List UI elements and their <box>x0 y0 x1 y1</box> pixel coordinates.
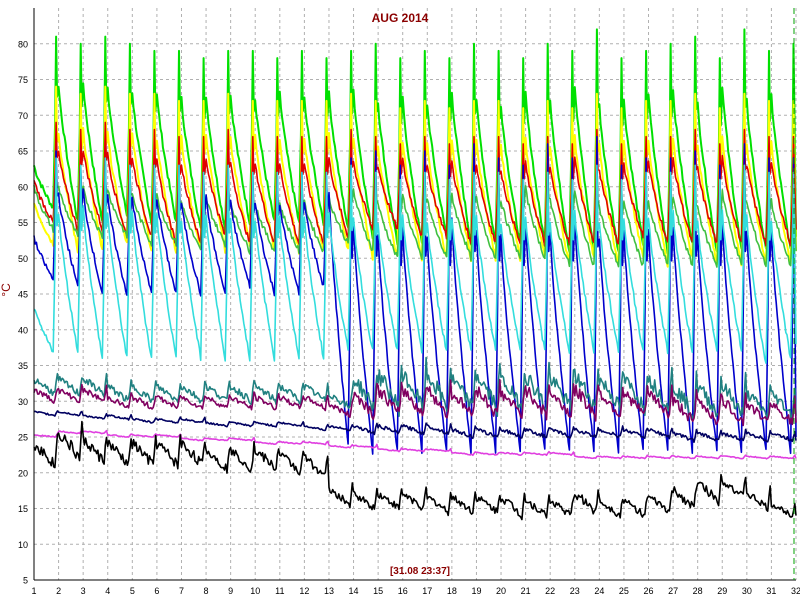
x-tick-label: 28 <box>693 586 703 596</box>
x-tick-label: 19 <box>471 586 481 596</box>
x-tick-label: 4 <box>105 586 110 596</box>
x-tick-label: 29 <box>717 586 727 596</box>
y-tick-label: 20 <box>18 468 28 478</box>
x-tick-label: 16 <box>398 586 408 596</box>
x-tick-label: 25 <box>619 586 629 596</box>
y-axis-label: °C <box>0 283 13 297</box>
y-tick-label: 65 <box>18 147 28 157</box>
x-tick-label: 15 <box>373 586 383 596</box>
y-tick-label: 15 <box>18 504 28 514</box>
x-tick-label: 11 <box>275 586 284 596</box>
x-tick-label: 20 <box>496 586 506 596</box>
x-tick-label: 17 <box>422 586 432 596</box>
y-tick-label: 60 <box>18 182 28 192</box>
chart-title: AUG 2014 <box>372 11 429 25</box>
x-tick-label: 21 <box>521 586 531 596</box>
x-tick-label: 18 <box>447 586 457 596</box>
x-tick-label: 24 <box>594 586 604 596</box>
x-tick-label: 14 <box>349 586 359 596</box>
x-tick-label: 23 <box>570 586 580 596</box>
y-tick-label: 5 <box>23 576 28 586</box>
y-tick-label: 45 <box>18 290 28 300</box>
x-tick-label: 2 <box>56 586 61 596</box>
y-tick-label: 55 <box>18 218 28 228</box>
y-tick-label: 80 <box>18 39 28 49</box>
x-tick-label: 8 <box>204 586 209 596</box>
x-tick-label: 1 <box>31 586 36 596</box>
cursor-time-label: [31.08 23:37] <box>390 566 450 577</box>
x-tick-label: 26 <box>644 586 654 596</box>
y-tick-label: 10 <box>18 540 28 550</box>
y-tick-label: 50 <box>18 254 28 264</box>
x-tick-label: 13 <box>324 586 334 596</box>
chart: 5 10 15 20 25 30 35 40 45 50 55 60 65 70 75 80 1 2 3 4 5 6 7 8 9… <box>0 0 800 600</box>
y-tick-label: 40 <box>18 325 28 335</box>
x-tick-label: 7 <box>179 586 184 596</box>
y-tick-label: 25 <box>18 433 28 443</box>
x-tick-label: 3 <box>81 586 86 596</box>
y-tick-label: 70 <box>18 111 28 121</box>
x-tick-label: 5 <box>130 586 135 596</box>
x-tick-label: 12 <box>299 586 309 596</box>
x-tick-label: 22 <box>545 586 555 596</box>
y-tick-label: 75 <box>18 75 28 85</box>
x-tick-label: 30 <box>742 586 752 596</box>
x-tick-label: 31 <box>766 586 776 596</box>
y-tick-label: 30 <box>18 397 28 407</box>
y-tick-label: 35 <box>18 361 28 371</box>
x-tick-label: 6 <box>154 586 159 596</box>
chart-svg: 51015202530354045505560657075801 2 3 4 5 6 7 8 9… <box>0 0 800 600</box>
x-tick-label: 27 <box>668 586 678 596</box>
x-tick-label: 32 <box>791 586 800 596</box>
x-tick-label: 9 <box>228 586 233 596</box>
x-tick-label: 10 <box>250 586 260 596</box>
